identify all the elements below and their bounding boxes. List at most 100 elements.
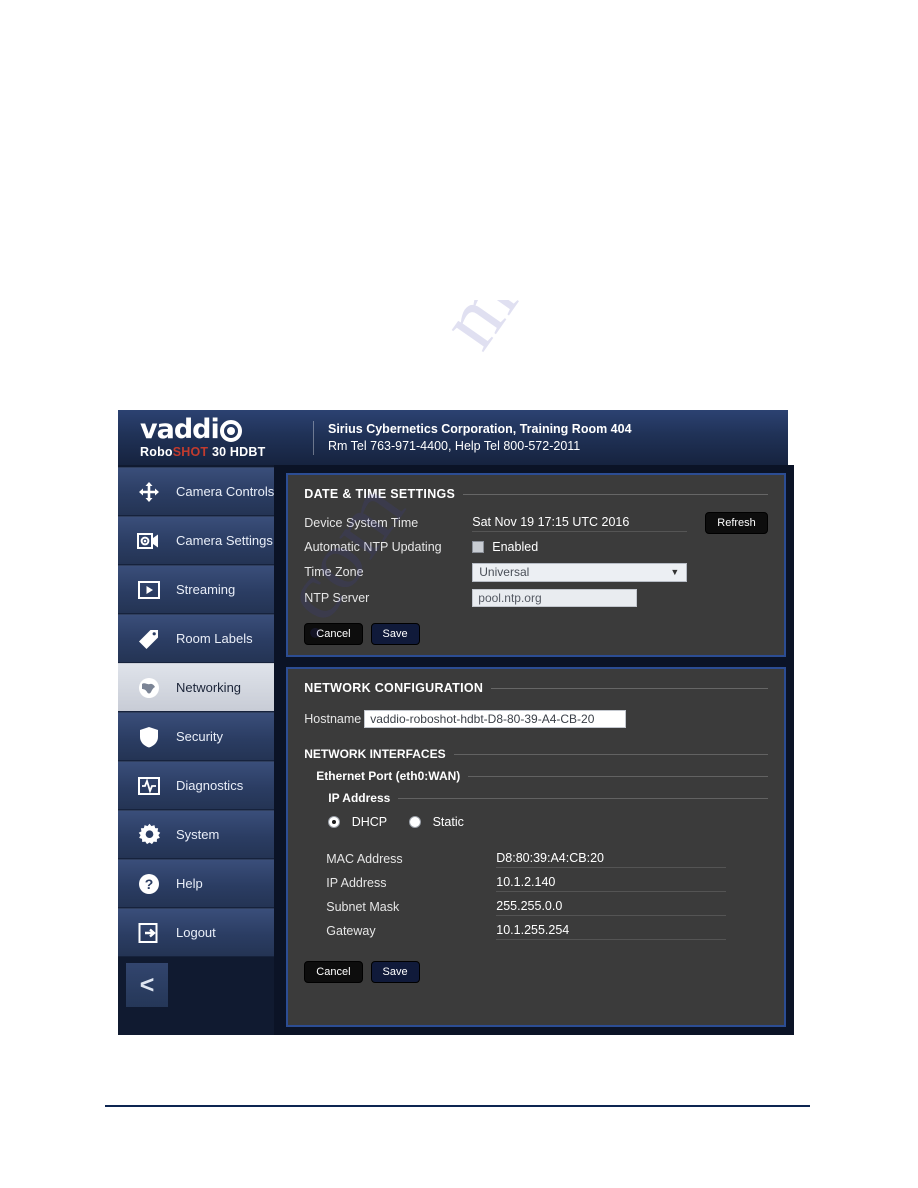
exit-door-icon bbox=[136, 920, 162, 946]
sidebar-item-camera-settings[interactable]: Camera Settings bbox=[118, 516, 275, 565]
date-time-cancel-button[interactable]: Cancel bbox=[304, 623, 363, 645]
mac-address-label: MAC Address bbox=[326, 852, 403, 866]
model-red: SHOT bbox=[172, 445, 209, 459]
table-row: IP Address 10.1.2.140 bbox=[326, 871, 768, 895]
sidebar-item-diagnostics[interactable]: Diagnostics bbox=[118, 761, 275, 810]
header-info: Sirius Cybernetics Corporation, Training… bbox=[328, 421, 632, 455]
ip-address-title: IP Address bbox=[328, 791, 768, 805]
ip-address-title-text: IP Address bbox=[328, 791, 399, 805]
time-zone-select[interactable]: Universal ▼ bbox=[472, 562, 688, 582]
date-time-button-row: Cancel Save bbox=[304, 623, 768, 645]
page-footer-rule bbox=[105, 1105, 810, 1107]
sidebar-item-label: Help bbox=[176, 876, 203, 891]
automatic-ntp-row: Automatic NTP Updating Enabled bbox=[304, 535, 768, 559]
sidebar-item-label: Security bbox=[176, 729, 223, 744]
pulse-icon bbox=[136, 773, 162, 799]
ntp-server-input[interactable]: pool.ntp.org bbox=[472, 589, 638, 607]
date-time-save-button[interactable]: Save bbox=[370, 623, 420, 645]
sidebar-item-streaming[interactable]: Streaming bbox=[118, 565, 275, 614]
main-content: DATE & TIME SETTINGS Device System Time … bbox=[274, 465, 794, 1035]
organization-name: Sirius Cybernetics Corporation, Training… bbox=[328, 421, 632, 436]
sidebar-item-label: System bbox=[176, 827, 220, 842]
sidebar-item-label: Camera Settings bbox=[176, 533, 273, 548]
ntp-server-row: NTP Server pool.ntp.org bbox=[304, 585, 768, 611]
sidebar-item-camera-controls[interactable]: Camera Controls bbox=[118, 467, 275, 516]
subnet-mask-value: 255.255.0.0 bbox=[496, 899, 727, 916]
static-label: Static bbox=[432, 815, 464, 829]
sidebar-item-label: Logout bbox=[176, 925, 216, 940]
ntp-server-label: NTP Server bbox=[304, 591, 370, 605]
table-row: Subnet Mask 255.255.0.0 bbox=[326, 895, 768, 919]
tag-icon bbox=[136, 626, 162, 652]
date-time-settings-panel: DATE & TIME SETTINGS Device System Time … bbox=[286, 473, 786, 657]
ntp-enabled-checkbox[interactable] bbox=[472, 541, 485, 553]
hostname-input[interactable]: vaddio-roboshot-hdbt-D8-80-39-A4-CB-20 bbox=[364, 710, 627, 728]
sidebar-nav: Camera Controls Camera Settings Streamin… bbox=[118, 465, 275, 1035]
sidebar-item-label: Streaming bbox=[176, 582, 236, 597]
play-screen-icon bbox=[136, 577, 162, 603]
sidebar-item-label: Room Labels bbox=[176, 631, 253, 646]
network-button-row: Cancel Save bbox=[304, 961, 768, 983]
ip-mode-radio-group: DHCP Static bbox=[328, 813, 768, 831]
model-post: 30 HDBT bbox=[208, 445, 266, 459]
network-interfaces-title: NETWORK INTERFACES bbox=[304, 747, 768, 761]
sidebar-item-room-labels[interactable]: Room Labels bbox=[118, 614, 275, 663]
app-body: Camera Controls Camera Settings Streamin… bbox=[118, 465, 794, 1035]
table-row: Gateway 10.1.255.254 bbox=[326, 919, 768, 943]
table-row: MAC Address D8:80:39:A4:CB:20 bbox=[326, 847, 768, 871]
camera-gear-icon bbox=[136, 528, 162, 554]
dhcp-radio[interactable] bbox=[328, 815, 341, 828]
sidebar-item-networking[interactable]: Networking bbox=[118, 663, 275, 712]
chevron-down-icon: ▼ bbox=[670, 567, 680, 577]
hostname-row: Hostname vaddio-roboshot-hdbt-D8-80-39-A… bbox=[304, 705, 768, 733]
sidebar-item-label: Networking bbox=[176, 680, 242, 695]
time-zone-label: Time Zone bbox=[304, 565, 364, 579]
static-radio[interactable] bbox=[409, 815, 422, 828]
sidebar-item-system[interactable]: System bbox=[118, 810, 275, 859]
sidebar-item-label: Diagnostics bbox=[176, 778, 244, 793]
date-time-panel-title: DATE & TIME SETTINGS bbox=[304, 487, 768, 501]
vaddio-web-interface-screenshot: vaddi RoboSHOT 30 HDBT Sirius Cybernetic… bbox=[118, 410, 794, 1035]
phone-numbers: Rm Tel 763-971-4400, Help Tel 800-572-20… bbox=[328, 438, 581, 453]
date-time-panel-title-text: DATE & TIME SETTINGS bbox=[304, 487, 464, 501]
sidebar-item-label: Camera Controls bbox=[176, 484, 275, 499]
move-arrows-icon bbox=[136, 479, 162, 505]
sidebar-item-help[interactable]: ? Help bbox=[118, 859, 275, 908]
dhcp-label: DHCP bbox=[351, 815, 388, 829]
brand-block: vaddi RoboSHOT 30 HDBT bbox=[118, 413, 313, 460]
refresh-button[interactable]: Refresh bbox=[705, 512, 768, 534]
sidebar-item-logout[interactable]: Logout bbox=[118, 908, 275, 957]
dhcp-option[interactable]: DHCP bbox=[328, 813, 387, 831]
logo-wordmark: vaddi bbox=[140, 413, 220, 445]
network-cancel-button[interactable]: Cancel bbox=[304, 961, 363, 983]
network-panel-title-text: NETWORK CONFIGURATION bbox=[304, 681, 492, 695]
globe-icon bbox=[136, 675, 162, 701]
device-system-time-label: Device System Time bbox=[304, 516, 419, 530]
app-header: vaddi RoboSHOT 30 HDBT Sirius Cybernetic… bbox=[118, 410, 788, 465]
subnet-mask-label: Subnet Mask bbox=[326, 900, 400, 914]
ethernet-port-title: Ethernet Port (eth0:WAN) bbox=[316, 769, 768, 783]
svg-text:?: ? bbox=[145, 876, 154, 892]
ntp-enabled-label: Enabled bbox=[492, 540, 539, 554]
sidebar-item-security[interactable]: Security bbox=[118, 712, 275, 761]
logo-target-o-icon bbox=[219, 420, 242, 442]
vaddio-logo: vaddi bbox=[140, 413, 313, 445]
static-option[interactable]: Static bbox=[409, 813, 464, 831]
network-configuration-panel: NETWORK CONFIGURATION Hostname vaddio-ro… bbox=[286, 667, 786, 1027]
shield-icon bbox=[136, 724, 162, 750]
ip-address-value: 10.1.2.140 bbox=[496, 875, 727, 892]
model-name: RoboSHOT 30 HDBT bbox=[140, 445, 313, 459]
device-system-time-row: Device System Time Sat Nov 19 17:15 UTC … bbox=[304, 511, 768, 535]
sidebar-collapse-button[interactable]: < bbox=[126, 963, 168, 1007]
gateway-label: Gateway bbox=[326, 924, 376, 938]
ip-address-label: IP Address bbox=[326, 876, 387, 890]
model-pre: Robo bbox=[140, 445, 173, 459]
gateway-value: 10.1.255.254 bbox=[496, 923, 727, 940]
time-zone-row: Time Zone Universal ▼ bbox=[304, 559, 768, 585]
network-info-table: MAC Address D8:80:39:A4:CB:20 IP Address… bbox=[326, 847, 768, 943]
device-system-time-value: Sat Nov 19 17:15 UTC 2016 bbox=[472, 515, 688, 532]
network-save-button[interactable]: Save bbox=[370, 961, 420, 983]
gear-icon bbox=[136, 822, 162, 848]
watermark-text-1: manualshelve bbox=[420, 300, 764, 366]
question-circle-icon: ? bbox=[136, 871, 162, 897]
